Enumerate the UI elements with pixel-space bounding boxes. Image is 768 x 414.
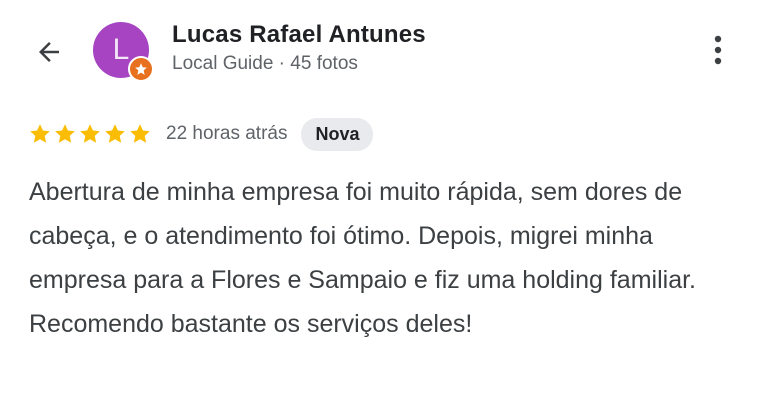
local-guide-badge-icon	[128, 56, 154, 82]
more-vert-icon	[714, 35, 722, 65]
new-badge: Nova	[301, 117, 374, 151]
arrow-back-icon	[39, 42, 59, 62]
star-rating	[28, 122, 152, 146]
more-options-button[interactable]	[700, 28, 736, 72]
back-button[interactable]	[26, 30, 72, 74]
avatar-letter: L	[112, 33, 130, 66]
star-icon	[130, 124, 150, 143]
author-name[interactable]: Lucas Rafael Antunes	[172, 21, 426, 49]
star-icon	[55, 124, 75, 143]
author-meta: Local Guide · 45 fotos	[172, 53, 358, 74]
star-icon	[80, 124, 100, 143]
star-icon	[105, 124, 125, 143]
rating-row: 22 horas atrás Nova	[28, 115, 374, 153]
review-time: 22 horas atrás	[166, 123, 288, 144]
review-text: Abertura de minha empresa foi muito rápi…	[29, 178, 696, 338]
star-icon	[30, 124, 50, 143]
